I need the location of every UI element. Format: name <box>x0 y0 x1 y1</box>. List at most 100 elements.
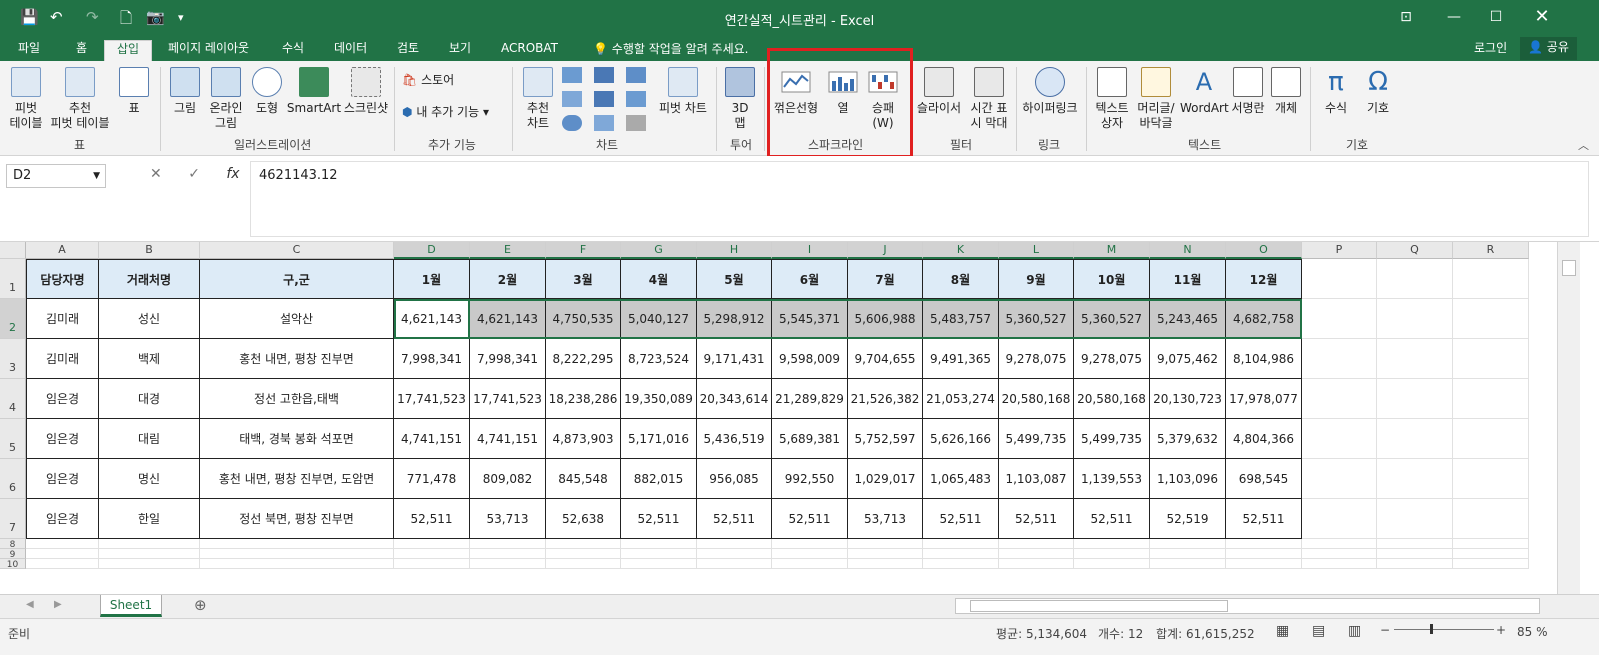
table-cell[interactable]: 임은경 <box>26 419 99 459</box>
timeline-button[interactable]: 시간 표 시 막대 <box>966 67 1012 131</box>
empty-cell[interactable] <box>1453 499 1529 539</box>
table-cell[interactable]: 설악산 <box>200 299 394 339</box>
table-cell[interactable]: 8,222,295 <box>546 339 621 379</box>
waterfall-chart-icon[interactable] <box>626 67 646 83</box>
column-header-c[interactable]: C <box>200 242 394 259</box>
scroll-right-icon[interactable]: ▶ <box>54 599 62 610</box>
header-cell[interactable]: 4월 <box>621 259 697 299</box>
textbox-button[interactable]: 텍스트 상자 <box>1092 67 1132 131</box>
table-cell[interactable]: 809,082 <box>470 459 546 499</box>
header-cell[interactable]: 12월 <box>1226 259 1302 299</box>
empty-cell[interactable] <box>99 559 200 569</box>
table-cell[interactable]: 4,682,758 <box>1226 299 1302 339</box>
header-cell[interactable]: 7월 <box>848 259 923 299</box>
empty-cell[interactable] <box>848 559 923 569</box>
column-header-p[interactable]: P <box>1302 242 1377 259</box>
header-cell[interactable]: 6월 <box>772 259 848 299</box>
header-cell[interactable]: 1월 <box>394 259 470 299</box>
row-header-3[interactable]: 3 <box>0 339 26 379</box>
empty-cell[interactable] <box>1377 339 1453 379</box>
table-cell[interactable]: 9,491,365 <box>923 339 999 379</box>
column-header-e[interactable]: E <box>470 242 546 259</box>
table-cell[interactable]: 5,545,371 <box>772 299 848 339</box>
table-cell[interactable]: 5,626,166 <box>923 419 999 459</box>
empty-cell[interactable] <box>546 549 621 559</box>
zoom-level[interactable]: 85 % <box>1517 625 1548 639</box>
store-button[interactable]: 🛍 스토어 <box>402 73 454 88</box>
empty-cell[interactable] <box>697 539 772 549</box>
row-header-10[interactable]: 10 <box>0 559 26 570</box>
column-header-b[interactable]: B <box>99 242 200 259</box>
empty-cell[interactable] <box>1453 539 1529 549</box>
header-cell[interactable]: 11월 <box>1150 259 1226 299</box>
empty-cell[interactable] <box>200 549 394 559</box>
table-cell[interactable]: 1,139,553 <box>1074 459 1150 499</box>
table-cell[interactable]: 4,873,903 <box>546 419 621 459</box>
table-cell[interactable]: 882,015 <box>621 459 697 499</box>
row-header-4[interactable]: 4 <box>0 379 26 419</box>
empty-cell[interactable] <box>394 539 470 549</box>
column-header-j[interactable]: J <box>848 242 923 259</box>
table-cell[interactable]: 7,998,341 <box>394 339 470 379</box>
scroll-thumb[interactable] <box>1562 260 1576 276</box>
slicer-button[interactable]: 슬라이서 <box>914 67 964 116</box>
row-header-5[interactable]: 5 <box>0 419 26 459</box>
statistic-chart-icon[interactable] <box>594 91 614 107</box>
empty-cell[interactable] <box>1377 539 1453 549</box>
scatter-chart-icon[interactable] <box>626 115 646 131</box>
table-cell[interactable]: 1,103,087 <box>999 459 1074 499</box>
maximize-icon[interactable]: ☐ <box>1478 4 1514 30</box>
empty-cell[interactable] <box>999 539 1074 549</box>
table-cell[interactable]: 임은경 <box>26 379 99 419</box>
empty-cell[interactable] <box>848 549 923 559</box>
chart-type-gallery[interactable] <box>562 67 652 131</box>
empty-cell[interactable] <box>1302 339 1377 379</box>
table-cell[interactable]: 21,526,382 <box>848 379 923 419</box>
empty-cell[interactable] <box>1302 559 1377 569</box>
empty-cell[interactable] <box>1226 539 1302 549</box>
empty-cell[interactable] <box>546 539 621 549</box>
header-cell[interactable]: 5월 <box>697 259 772 299</box>
empty-cell[interactable] <box>1453 559 1529 569</box>
empty-cell[interactable] <box>1302 379 1377 419</box>
empty-cell[interactable] <box>546 559 621 569</box>
table-cell[interactable]: 8,104,986 <box>1226 339 1302 379</box>
table-cell[interactable]: 21,053,274 <box>923 379 999 419</box>
table-cell[interactable]: 4,621,143 <box>470 299 546 339</box>
empty-cell[interactable] <box>848 539 923 549</box>
column-header-d[interactable]: D <box>394 242 470 259</box>
table-cell[interactable]: 20,580,168 <box>1074 379 1150 419</box>
table-cell[interactable]: 태백, 경북 봉화 석포면 <box>200 419 394 459</box>
table-cell[interactable]: 8,723,524 <box>621 339 697 379</box>
tab-data[interactable]: 데이터 <box>334 40 367 61</box>
table-cell[interactable]: 9,278,075 <box>999 339 1074 379</box>
cancel-icon[interactable]: ✕ <box>150 166 162 182</box>
table-cell[interactable]: 5,040,127 <box>621 299 697 339</box>
shapes-button[interactable]: 도형 <box>250 67 284 116</box>
table-cell[interactable]: 52,638 <box>546 499 621 539</box>
tab-home[interactable]: 홈 <box>76 40 87 61</box>
page-break-icon[interactable]: ▥ <box>1348 623 1361 639</box>
tab-file[interactable]: 파일 <box>18 40 40 61</box>
column-chart-icon[interactable] <box>562 67 582 83</box>
table-cell[interactable]: 5,360,527 <box>1074 299 1150 339</box>
row-header-2[interactable]: 2 <box>0 299 26 339</box>
empty-cell[interactable] <box>1453 419 1529 459</box>
empty-cell[interactable] <box>1377 259 1453 299</box>
3d-map-button[interactable]: 3D 맵 <box>722 67 758 131</box>
empty-cell[interactable] <box>1150 549 1226 559</box>
empty-cell[interactable] <box>99 549 200 559</box>
table-cell[interactable]: 백제 <box>99 339 200 379</box>
table-cell[interactable]: 대경 <box>99 379 200 419</box>
table-cell[interactable]: 명신 <box>99 459 200 499</box>
table-cell[interactable]: 5,499,735 <box>1074 419 1150 459</box>
table-cell[interactable]: 4,741,151 <box>394 419 470 459</box>
table-cell[interactable]: 임은경 <box>26 499 99 539</box>
table-cell[interactable]: 9,278,075 <box>1074 339 1150 379</box>
table-cell[interactable]: 홍천 내면, 평창 진부면, 도암면 <box>200 459 394 499</box>
table-cell[interactable]: 1,065,483 <box>923 459 999 499</box>
table-cell[interactable]: 52,511 <box>999 499 1074 539</box>
column-header-q[interactable]: Q <box>1377 242 1453 259</box>
empty-cell[interactable] <box>394 559 470 569</box>
empty-cell[interactable] <box>1226 559 1302 569</box>
